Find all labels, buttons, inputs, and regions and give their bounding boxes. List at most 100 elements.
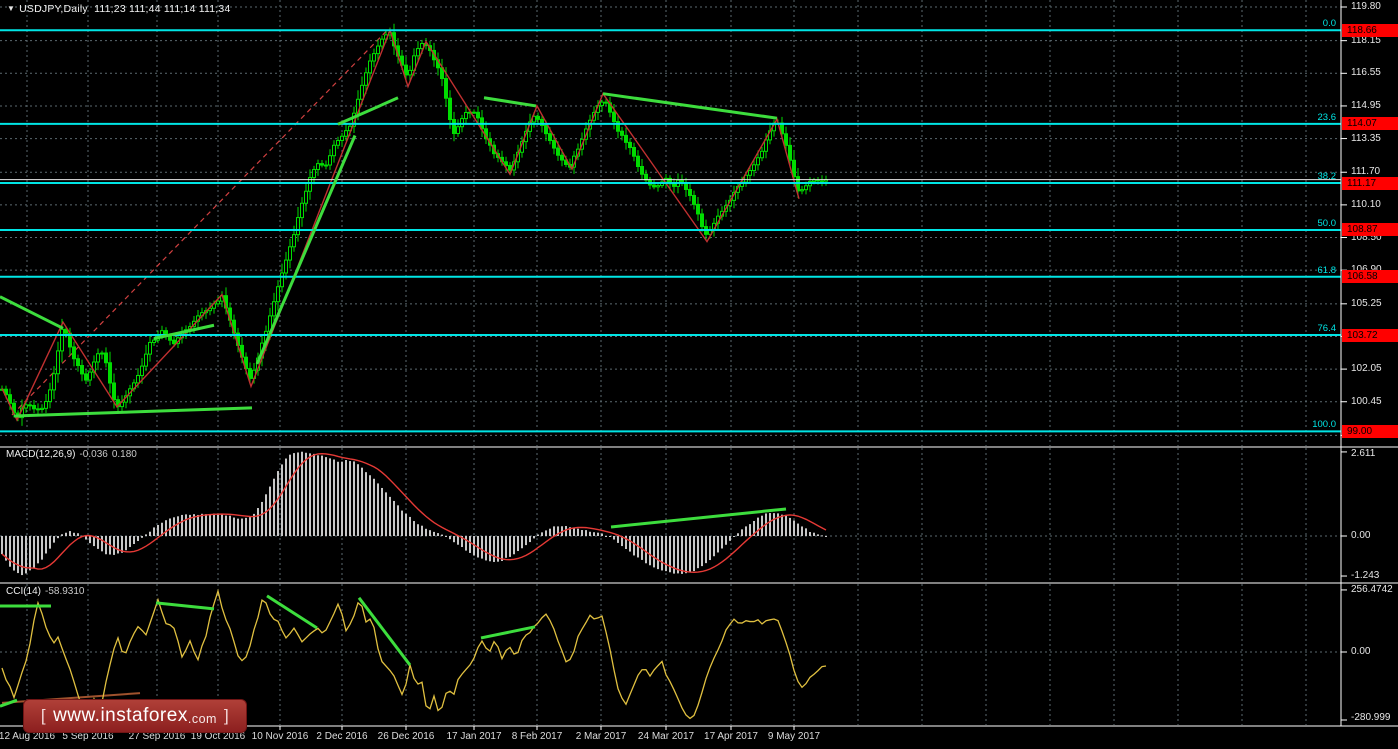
macd-bar <box>185 514 187 536</box>
macd-bar <box>117 536 119 553</box>
mt4-chart-window: ▼USDJPY,Daily 111;23 111;44 111;14 111;3… <box>0 0 1398 749</box>
macd-bar <box>493 536 495 562</box>
macd-bar <box>521 536 523 548</box>
zigzag-line[interactable] <box>2 30 799 420</box>
cci-trendline-1[interactable] <box>156 603 214 609</box>
macd-bar <box>225 516 227 536</box>
candle-body <box>325 165 328 166</box>
macd-bar <box>509 536 511 557</box>
macd-bar <box>33 536 35 569</box>
candle-body <box>25 405 28 408</box>
candle-body <box>657 186 660 187</box>
candle-body <box>605 102 608 103</box>
macd-bar <box>313 454 315 536</box>
date-label: 26 Dec 2016 <box>378 731 435 742</box>
macd-bar <box>269 487 271 536</box>
macd-bar <box>685 536 687 573</box>
cci-trendline-4[interactable] <box>481 627 535 638</box>
macd-bar <box>649 536 651 565</box>
fib-level-label-0.0: 0.0 <box>1323 18 1336 29</box>
fib-price-box-100.0: 99.00 <box>1342 425 1398 438</box>
macd-bar <box>245 518 247 536</box>
candle-body <box>473 112 476 113</box>
macd-bar <box>273 479 275 536</box>
candle-body <box>109 363 112 383</box>
macd-bar <box>505 536 507 558</box>
macd-bar <box>717 536 719 552</box>
watermark-domain: .com <box>188 712 217 726</box>
macd-bar <box>665 536 667 571</box>
macd-bar <box>629 536 631 552</box>
watermark-text: www.instaforex <box>53 705 188 727</box>
macd-bar <box>197 515 199 536</box>
macd-bar <box>573 527 575 536</box>
macd-bar <box>501 536 503 561</box>
chart-dropdown-icon[interactable]: ▼ <box>7 4 15 13</box>
candle-body <box>417 49 420 56</box>
date-label: 2 Mar 2017 <box>576 731 627 742</box>
macd-bar <box>349 461 351 536</box>
candle-body <box>281 273 284 287</box>
macd-bar <box>53 536 55 543</box>
candle-body <box>477 112 480 118</box>
price-axis-label: 119.80 <box>1351 1 1381 12</box>
macd-bar <box>729 536 731 541</box>
green-trendline-3[interactable] <box>257 136 355 364</box>
macd-bar <box>757 518 759 536</box>
green-trendline-0[interactable] <box>0 297 63 329</box>
candle-body <box>653 185 656 187</box>
dashed-trendline[interactable] <box>12 28 389 415</box>
macd-bar <box>549 529 551 536</box>
macd-bar <box>405 514 407 536</box>
chart-canvas[interactable] <box>0 0 1398 749</box>
candle-body <box>137 375 140 382</box>
trendlines <box>0 94 777 416</box>
candle-body <box>625 135 628 142</box>
candle-body <box>453 120 456 134</box>
macd-bar <box>145 534 147 536</box>
cci-axis-label: -280.999 <box>1351 712 1390 723</box>
macd-bar <box>577 529 579 536</box>
macd-bar <box>49 536 51 549</box>
macd-bar <box>805 528 807 536</box>
candle-body <box>785 134 788 146</box>
macd-bar <box>445 536 447 537</box>
candle-body <box>173 340 176 343</box>
macd-bar <box>317 455 319 536</box>
date-label: 10 Nov 2016 <box>252 731 309 742</box>
macd-bar <box>393 501 395 536</box>
price-axis-label: 116.55 <box>1351 67 1381 78</box>
watermark-close-bracket: ] <box>224 706 229 726</box>
macd-bar <box>37 536 39 563</box>
macd-bar <box>65 533 67 536</box>
macd-bar <box>357 464 359 536</box>
macd-bar <box>153 527 155 536</box>
date-label: 24 Mar 2017 <box>638 731 694 742</box>
cci-axis-label: 256.4742 <box>1351 584 1393 595</box>
macd-trendline[interactable] <box>611 509 786 527</box>
fibonacci-lines <box>0 30 1341 431</box>
candle-body <box>637 156 640 166</box>
macd-bar <box>489 536 491 561</box>
green-trendline-4[interactable] <box>338 98 398 125</box>
candle-body <box>461 119 464 127</box>
macd-bar <box>693 536 695 571</box>
macd-bar <box>297 452 299 536</box>
fib-price-box-0.0: 118.66 <box>1342 24 1398 37</box>
macd-bar <box>229 516 231 536</box>
cci-trendline-3[interactable] <box>359 598 410 665</box>
cci-trendline-2[interactable] <box>267 596 317 628</box>
macd-axis-label: 2.611 <box>1351 448 1375 459</box>
macd-name: MACD(12,26,9) <box>6 449 75 460</box>
macd-bar <box>213 514 215 536</box>
green-trendline-5[interactable] <box>484 98 536 106</box>
candle-body <box>409 70 412 75</box>
green-trendline-1[interactable] <box>14 408 252 416</box>
macd-bar <box>441 535 443 536</box>
candle-body <box>405 65 408 75</box>
fib-level-label-23.6: 23.6 <box>1318 112 1337 123</box>
price-axis-label: 105.25 <box>1351 298 1382 309</box>
candle-body <box>813 180 816 182</box>
macd-bar <box>781 515 783 536</box>
macd-bar <box>681 536 683 574</box>
